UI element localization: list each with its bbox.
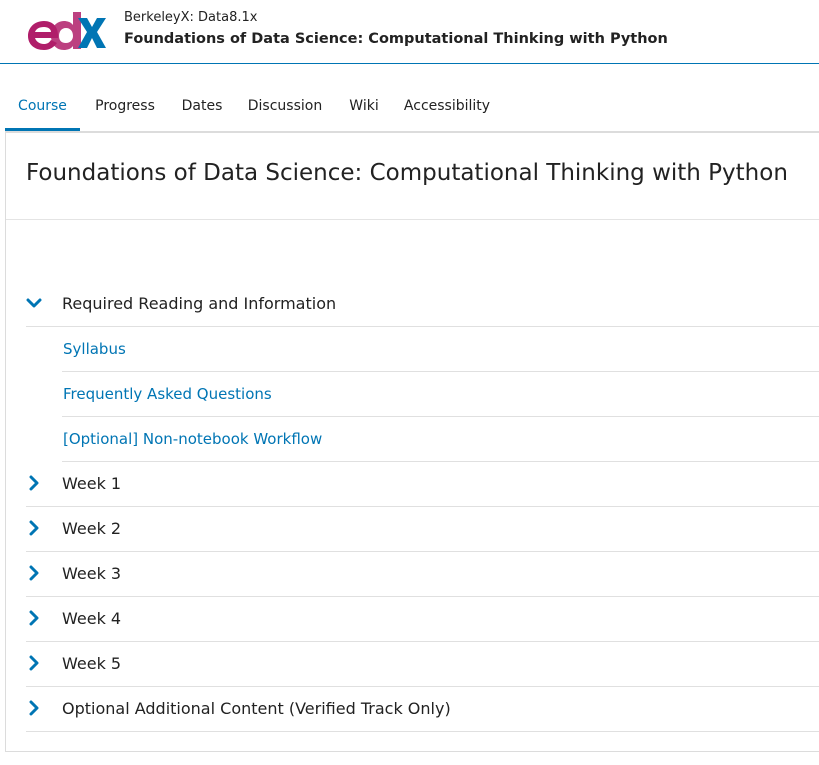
tab-dates[interactable]: Dates bbox=[177, 65, 227, 131]
section-optional-additional-content[interactable]: Optional Additional Content (Verified Tr… bbox=[26, 687, 819, 732]
section-label: Week 1 bbox=[62, 474, 122, 493]
syllabus-link[interactable]: Syllabus bbox=[63, 340, 126, 358]
section-label: Optional Additional Content (Verified Tr… bbox=[62, 699, 451, 718]
section-label: Required Reading and Information bbox=[62, 294, 337, 313]
chevron-right-icon bbox=[29, 655, 39, 671]
section-week-3[interactable]: Week 3 bbox=[26, 552, 819, 597]
section-label: Week 2 bbox=[62, 519, 122, 538]
chevron-right-icon bbox=[29, 475, 39, 491]
chevron-down-icon bbox=[26, 298, 42, 308]
section-label: Week 5 bbox=[62, 654, 122, 673]
faq-link[interactable]: Frequently Asked Questions bbox=[63, 385, 272, 403]
tab-progress[interactable]: Progress bbox=[84, 65, 166, 131]
section-label: Week 4 bbox=[62, 609, 122, 628]
tab-accessibility[interactable]: Accessibility bbox=[403, 65, 491, 131]
section-week-5[interactable]: Week 5 bbox=[26, 642, 819, 687]
site-header: BerkeleyX: Data8.1x Foundations of Data … bbox=[0, 0, 819, 64]
tab-wiki[interactable]: Wiki bbox=[344, 65, 384, 131]
chevron-right-icon bbox=[29, 565, 39, 581]
subsection-faq: Frequently Asked Questions bbox=[62, 372, 819, 417]
chevron-right-icon bbox=[29, 520, 39, 536]
section-label: Week 3 bbox=[62, 564, 122, 583]
chevron-right-icon bbox=[29, 700, 39, 716]
tab-course[interactable]: Course bbox=[5, 65, 80, 131]
tab-discussion[interactable]: Discussion bbox=[245, 65, 325, 131]
section-week-2[interactable]: Week 2 bbox=[26, 507, 819, 552]
section-week-1[interactable]: Week 1 bbox=[26, 462, 819, 507]
edx-logo-icon[interactable] bbox=[26, 10, 106, 50]
non-notebook-workflow-link[interactable]: [Optional] Non-notebook Workflow bbox=[63, 430, 322, 448]
subsection-syllabus: Syllabus bbox=[62, 327, 819, 372]
title-divider bbox=[6, 219, 819, 220]
section-week-4[interactable]: Week 4 bbox=[26, 597, 819, 642]
page-title: Foundations of Data Science: Computation… bbox=[26, 160, 788, 186]
subsection-non-notebook-workflow: [Optional] Non-notebook Workflow bbox=[62, 417, 819, 462]
course-org-line: BerkeleyX: Data8.1x bbox=[124, 10, 258, 25]
course-tabs: Course Progress Dates Discussion Wiki Ac… bbox=[5, 65, 819, 132]
section-required-reading[interactable]: Required Reading and Information bbox=[26, 282, 819, 327]
chevron-right-icon bbox=[29, 610, 39, 626]
course-title: Foundations of Data Science: Computation… bbox=[124, 31, 668, 47]
